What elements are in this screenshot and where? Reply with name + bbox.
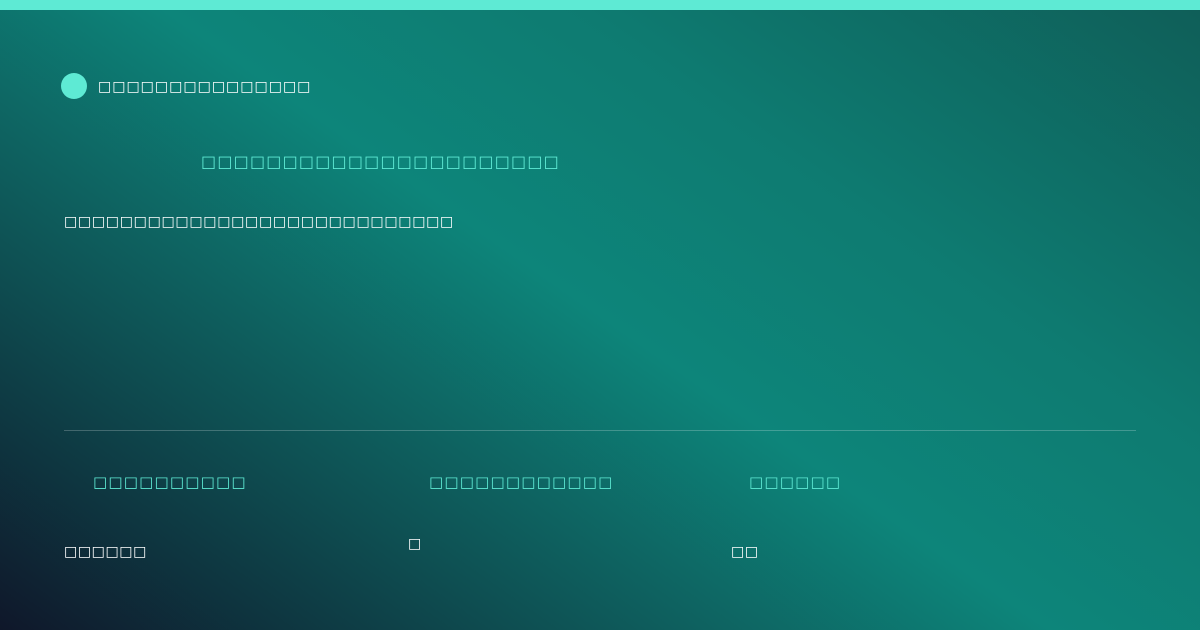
stat-label-2: □□□□□□□□□□□□ [429, 473, 614, 491]
headline: □□□□□□□□□□□□□□□□□□□□□□ [201, 152, 560, 171]
divider [64, 430, 1136, 431]
stat-value-3: □□ [731, 544, 759, 560]
stat-label-1: □□□□□□□□□□ [93, 473, 247, 491]
stat-value-2: □ [408, 536, 422, 552]
circle-dot-icon [61, 73, 87, 99]
stat-label-3: □□□□□□ [749, 473, 842, 491]
share-card: □□□□□□□□□□□□□□□ □□□□□□□□□□□□□□□□□□□□□□ □… [0, 0, 1200, 630]
stat-value-1: □□□□□□ [64, 544, 147, 560]
top-accent-bar [0, 0, 1200, 10]
subline: □□□□□□□□□□□□□□□□□□□□□□□□□□□□ [64, 214, 454, 230]
brand-name: □□□□□□□□□□□□□□□ [98, 79, 312, 95]
